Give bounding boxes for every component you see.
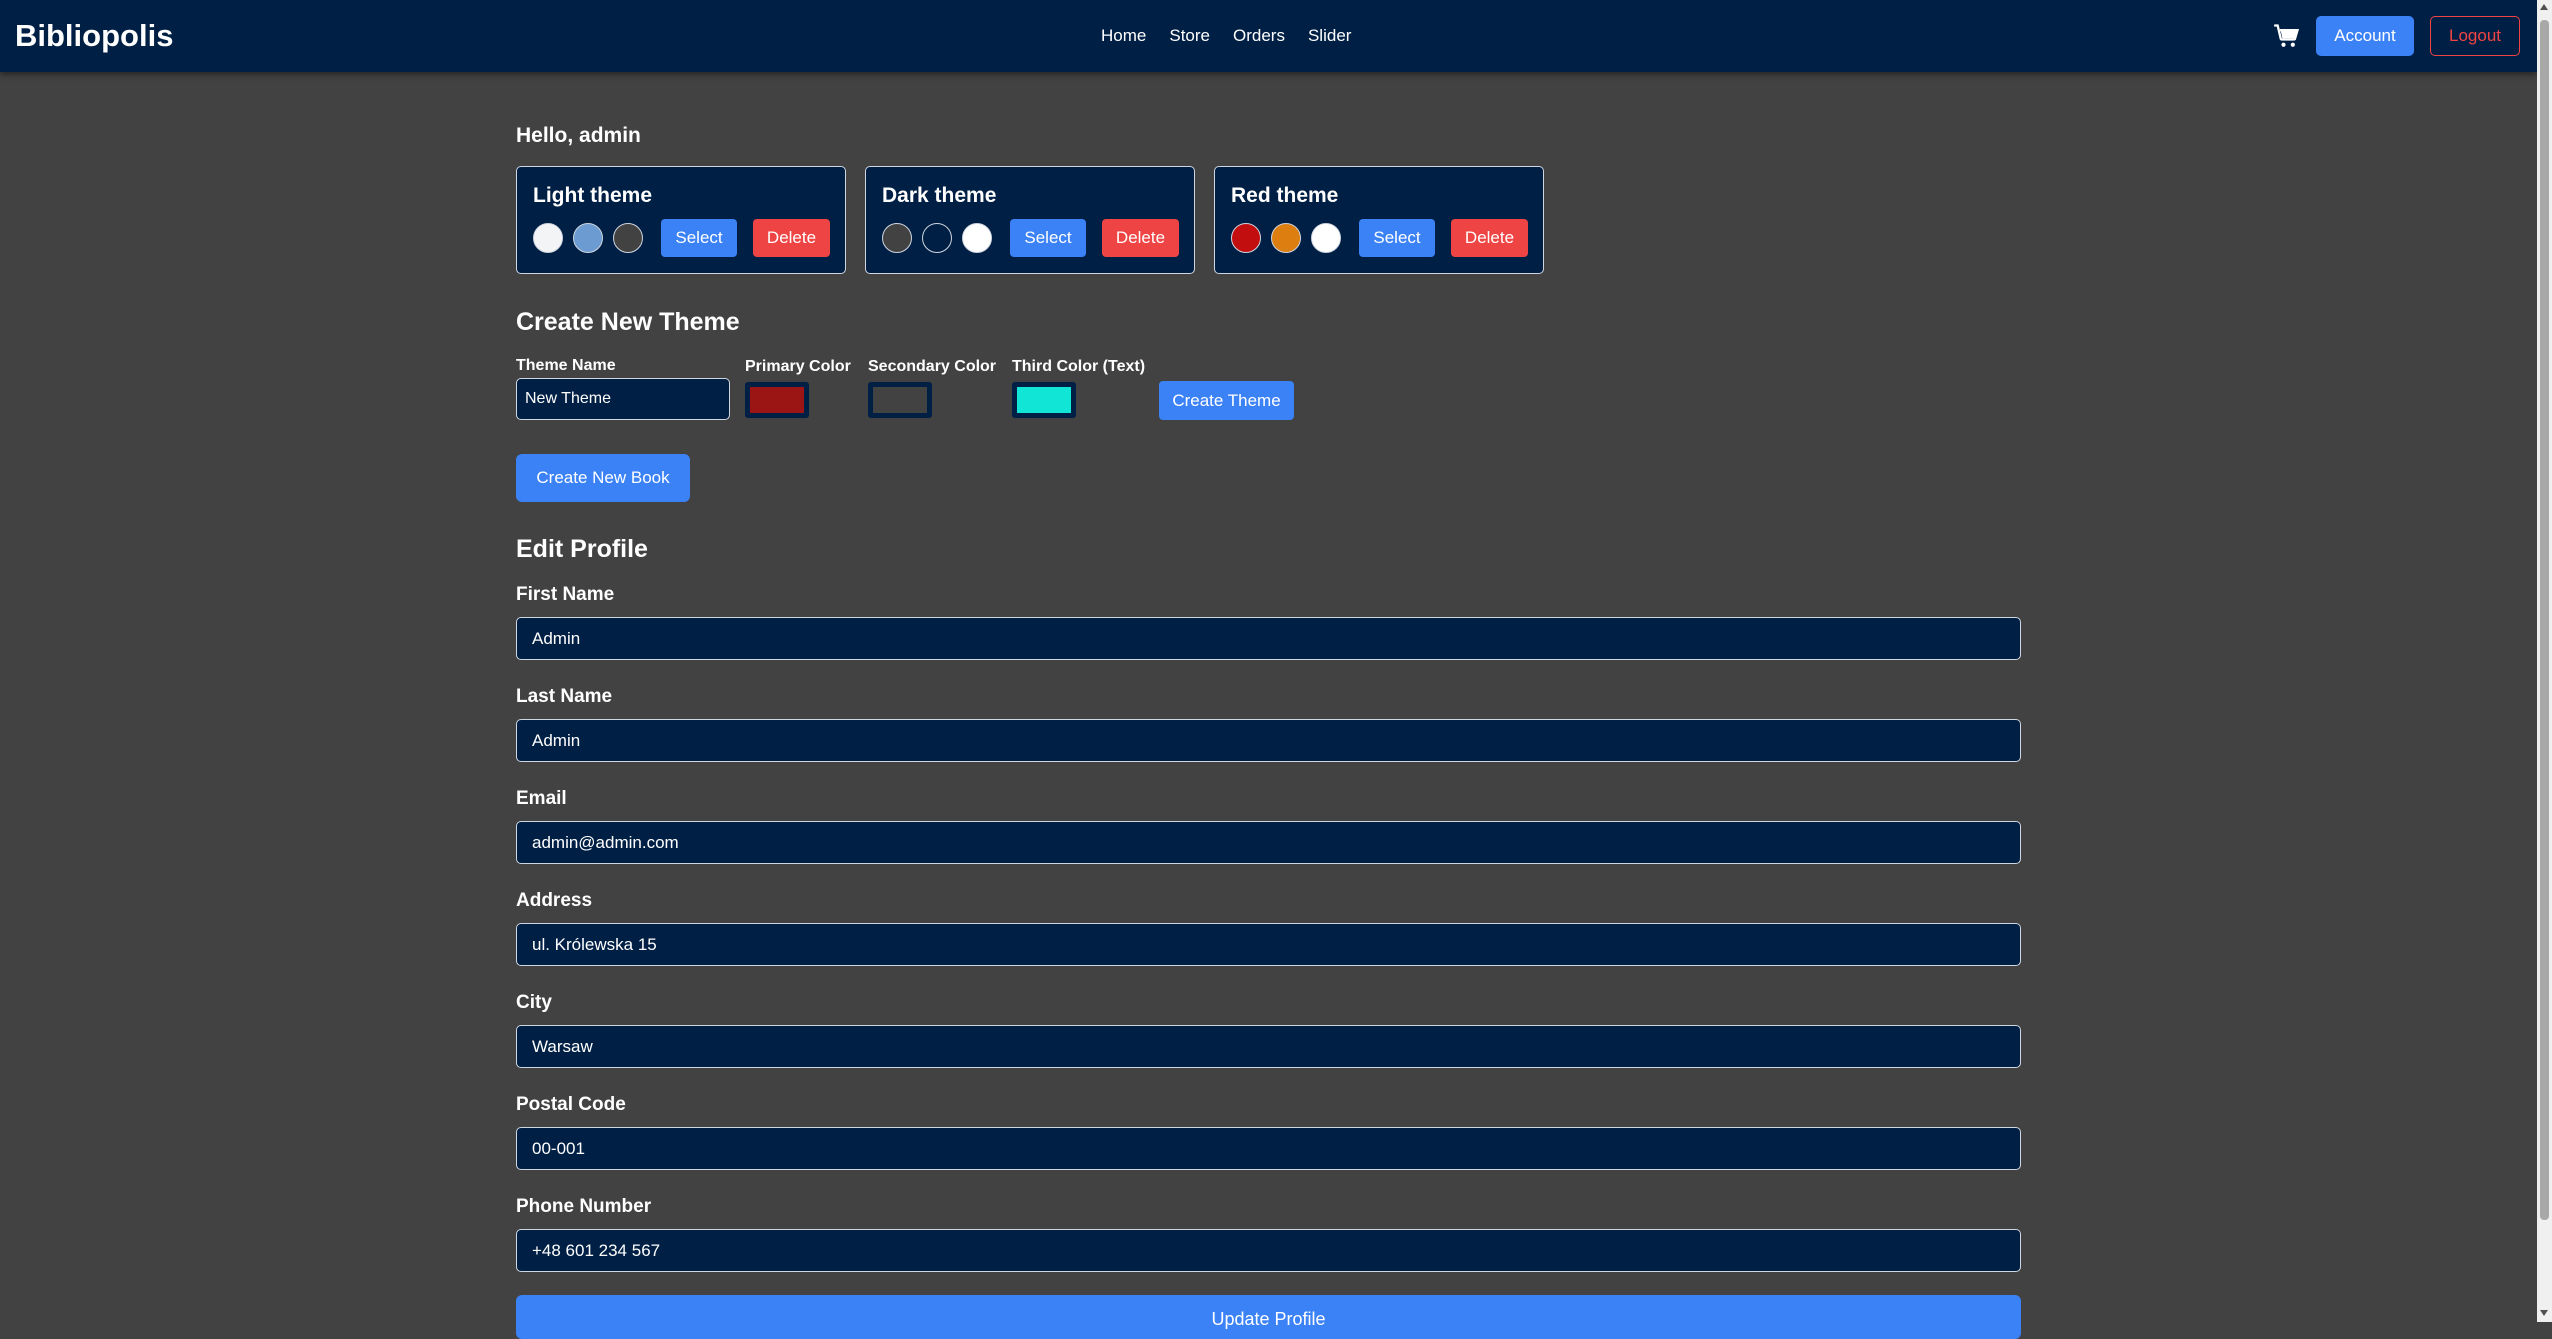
color-swatch: [613, 223, 643, 253]
nav-link-home[interactable]: Home: [1101, 24, 1146, 48]
first-name-label: First Name: [516, 584, 615, 605]
edit-profile-title: Edit Profile: [516, 535, 648, 563]
address-input[interactable]: [516, 923, 2021, 966]
primary-color-label: Primary Color: [745, 358, 851, 375]
email-label: Email: [516, 788, 567, 809]
create-theme-button[interactable]: Create Theme: [1159, 381, 1294, 420]
first-name-input[interactable]: [516, 617, 2021, 660]
color-swatch: [1231, 223, 1261, 253]
postal-code-input[interactable]: [516, 1127, 2021, 1170]
theme-title: Light theme: [533, 184, 652, 207]
color-swatch: [1311, 223, 1341, 253]
update-profile-button[interactable]: Update Profile: [516, 1295, 2021, 1339]
account-button[interactable]: Account: [2316, 16, 2414, 56]
nav-links: Home Store Orders Slider: [1101, 24, 1374, 48]
secondary-color-label: Secondary Color: [868, 358, 997, 375]
theme-title: Dark theme: [882, 184, 997, 207]
nav-link-orders[interactable]: Orders: [1233, 24, 1285, 48]
color-swatch: [962, 223, 992, 253]
theme-card-red: Red theme Select Delete: [1214, 166, 1544, 274]
theme-name-input[interactable]: [516, 378, 730, 420]
select-theme-button[interactable]: Select: [1359, 219, 1435, 257]
postal-code-label: Postal Code: [516, 1094, 626, 1115]
greeting: Hello, admin: [516, 124, 641, 147]
delete-theme-button[interactable]: Delete: [1451, 219, 1528, 257]
city-input[interactable]: [516, 1025, 2021, 1068]
color-swatch: [533, 223, 563, 253]
delete-theme-button[interactable]: Delete: [753, 219, 830, 257]
theme-name-label: Theme Name: [516, 357, 616, 374]
phone-number-label: Phone Number: [516, 1196, 652, 1217]
nav-link-store[interactable]: Store: [1169, 24, 1210, 48]
email-input[interactable]: [516, 821, 2021, 864]
city-label: City: [516, 992, 552, 1013]
cart-icon[interactable]: [2273, 22, 2301, 50]
color-swatch: [573, 223, 603, 253]
scrollbar[interactable]: [2537, 0, 2552, 1322]
theme-card-dark: Dark theme Select Delete: [865, 166, 1195, 274]
theme-card-light: Light theme Select Delete: [516, 166, 846, 274]
top-navbar: Bibliopolis Home Store Orders Slider Acc…: [0, 0, 2537, 72]
third-color-picker[interactable]: [1012, 382, 1076, 418]
scrollbar-thumb[interactable]: [2540, 20, 2549, 1220]
logout-button[interactable]: Logout: [2430, 16, 2520, 56]
select-theme-button[interactable]: Select: [1010, 219, 1086, 257]
create-new-book-button[interactable]: Create New Book: [516, 454, 690, 502]
nav-link-slider[interactable]: Slider: [1308, 24, 1351, 48]
last-name-input[interactable]: [516, 719, 2021, 762]
create-theme-title: Create New Theme: [516, 308, 740, 336]
scroll-down-arrow-icon[interactable]: [2540, 1310, 2548, 1316]
scroll-up-arrow-icon[interactable]: [2540, 4, 2548, 10]
delete-theme-button[interactable]: Delete: [1102, 219, 1179, 257]
theme-title: Red theme: [1231, 184, 1339, 207]
third-color-label: Third Color (Text): [1012, 358, 1146, 375]
select-theme-button[interactable]: Select: [661, 219, 737, 257]
secondary-color-picker[interactable]: [868, 382, 932, 418]
primary-color-picker[interactable]: [745, 382, 809, 418]
last-name-label: Last Name: [516, 686, 613, 707]
color-swatch: [1271, 223, 1301, 253]
color-swatch: [922, 223, 952, 253]
brand-logo[interactable]: Bibliopolis: [15, 18, 173, 54]
address-label: Address: [516, 890, 593, 911]
phone-number-input[interactable]: [516, 1229, 2021, 1272]
color-swatch: [882, 223, 912, 253]
